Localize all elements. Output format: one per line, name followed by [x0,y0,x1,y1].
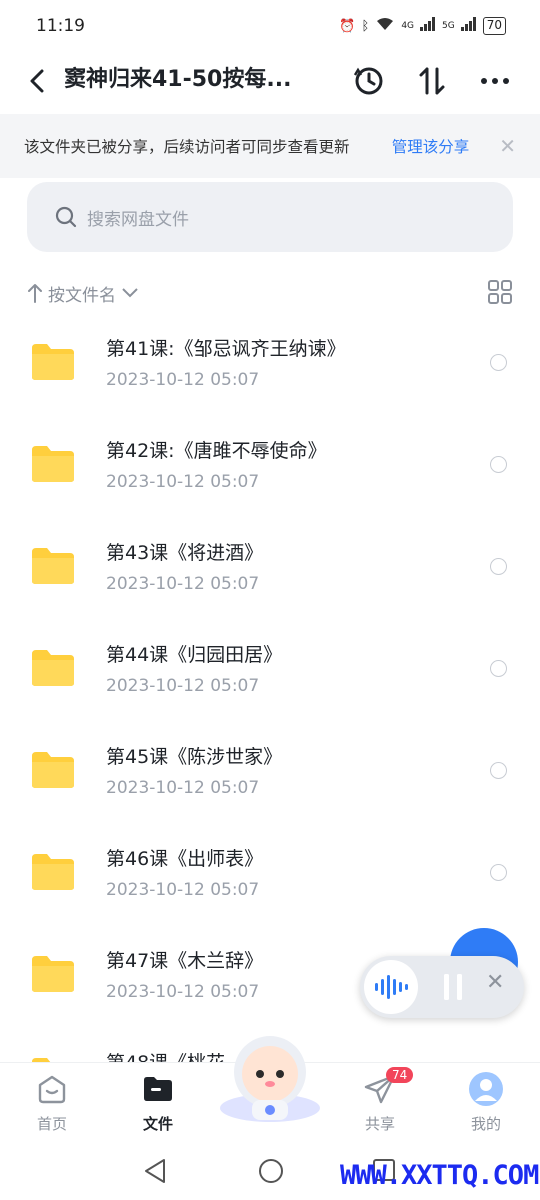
close-icon[interactable]: ✕ [486,970,504,995]
file-name: 第45课《陈涉世家》 [106,746,283,768]
file-name: 第46课《出师表》 [106,848,264,870]
system-home-icon[interactable] [258,1158,284,1184]
sound-wave-icon [375,975,408,999]
file-name: 第42课:《唐雎不辱使命》 [106,440,327,462]
file-item[interactable]: 第44课《归园田居》 2023-10-12 05:07 [0,624,540,726]
select-radio[interactable] [490,558,507,575]
search-input[interactable]: 搜索网盘文件 [27,182,513,252]
file-item[interactable]: 第41课:《邹忌讽齐王纳谏》 2023-10-12 05:07 [0,318,540,420]
voice-player: ✕ [360,956,524,1018]
file-date: 2023-10-12 05:07 [106,574,260,594]
grid-icon [488,280,512,304]
file-item[interactable]: 第46课《出师表》 2023-10-12 05:07 [0,828,540,930]
sort-by-name-button[interactable]: 按文件名 [28,281,138,306]
up-arrow-icon [28,284,42,303]
folder-tab-icon [144,1077,172,1101]
signal-icon-2 [460,17,477,35]
file-date: 2023-10-12 05:07 [106,676,260,696]
signal-icon-1 [420,17,436,35]
file-date: 2023-10-12 05:07 [106,880,260,900]
watermark-text: WWW.XXTTQ.COM [340,1160,539,1191]
folder-icon [32,956,74,992]
more-icon [481,78,509,84]
file-date: 2023-10-12 05:07 [106,370,260,390]
status-icons: ⏰ ᛒ 4G 5G 70 [339,16,506,36]
assistant-mascot[interactable] [216,1030,324,1126]
file-item[interactable]: 第45课《陈涉世家》 2023-10-12 05:07 [0,726,540,828]
network-label-1: 4G [401,21,415,31]
search-placeholder: 搜索网盘文件 [87,209,189,230]
folder-icon [32,854,74,890]
tab-files-label: 文件 [142,1115,173,1133]
sort-transfer-button[interactable] [413,62,451,100]
file-date: 2023-10-12 05:07 [106,778,260,798]
select-radio[interactable] [490,456,507,473]
file-name: 第41课:《邹忌讽齐王纳谏》 [106,338,346,360]
folder-icon [32,446,74,482]
file-date: 2023-10-12 05:07 [106,982,260,1002]
file-item[interactable]: 第43课《将进酒》 2023-10-12 05:07 [0,522,540,624]
folder-icon [32,752,74,788]
folder-icon [32,344,74,380]
share-banner: 该文件夹已被分享，后续访问者可同步查看更新 管理该分享 ✕ [0,114,540,178]
file-name: 第43课《将进酒》 [106,542,264,564]
notification-badge: 74 [386,1067,414,1083]
tab-profile[interactable]: 我的 [446,1069,526,1134]
network-label-2: 5G [442,21,455,31]
tab-profile-label: 我的 [470,1115,501,1133]
pause-icon[interactable] [442,973,464,1001]
history-icon [353,67,383,95]
wifi-icon [375,16,395,36]
banner-close-icon[interactable]: ✕ [499,134,516,158]
back-button[interactable] [22,64,52,98]
battery-indicator: 70 [482,17,506,35]
bluetooth-icon: ᛒ [361,18,370,34]
voice-wave-button[interactable] [364,960,418,1014]
avatar-icon [469,1072,503,1106]
file-name: 第47课《木兰辞》 [106,950,264,972]
history-button[interactable] [350,62,388,100]
file-name: 第44课《归园田居》 [106,644,283,666]
sort-arrows-icon [419,67,445,95]
tab-home[interactable]: 首页 [12,1069,92,1134]
tab-home-label: 首页 [36,1115,67,1133]
chevron-down-icon [122,288,138,298]
folder-icon [32,650,74,686]
alarm-icon: ⏰ [339,18,356,34]
select-radio[interactable] [490,762,507,779]
status-bar: 11:19 ⏰ ᛒ 4G 5G 70 [0,0,540,52]
more-button[interactable] [476,62,514,100]
system-back-icon[interactable] [144,1158,166,1184]
file-date: 2023-10-12 05:07 [106,472,260,492]
select-radio[interactable] [490,864,507,881]
astronaut-mascot-icon [220,1036,320,1122]
search-icon [55,206,77,228]
sort-label: 按文件名 [48,285,116,306]
status-time: 11:19 [36,16,85,36]
select-radio[interactable] [490,660,507,677]
folder-icon [32,548,74,584]
tab-share-label: 共享 [364,1115,395,1133]
select-radio[interactable] [490,354,507,371]
share-banner-message: 该文件夹已被分享，后续访问者可同步查看更新 [24,138,350,156]
manage-share-link[interactable]: 管理该分享 [392,135,470,157]
back-arrow-icon [30,69,44,93]
file-item[interactable]: 第42课:《唐雎不辱使命》 2023-10-12 05:07 [0,420,540,522]
sort-row: 按文件名 [28,278,514,308]
tab-files[interactable]: 文件 [118,1069,198,1134]
grid-view-button[interactable] [488,280,512,309]
nav-bar: 窦神归来41-50按每... [0,52,540,110]
home-icon [38,1075,66,1104]
page-title: 窦神归来41-50按每... [64,67,292,92]
tab-share[interactable]: 共享 74 [340,1067,420,1134]
